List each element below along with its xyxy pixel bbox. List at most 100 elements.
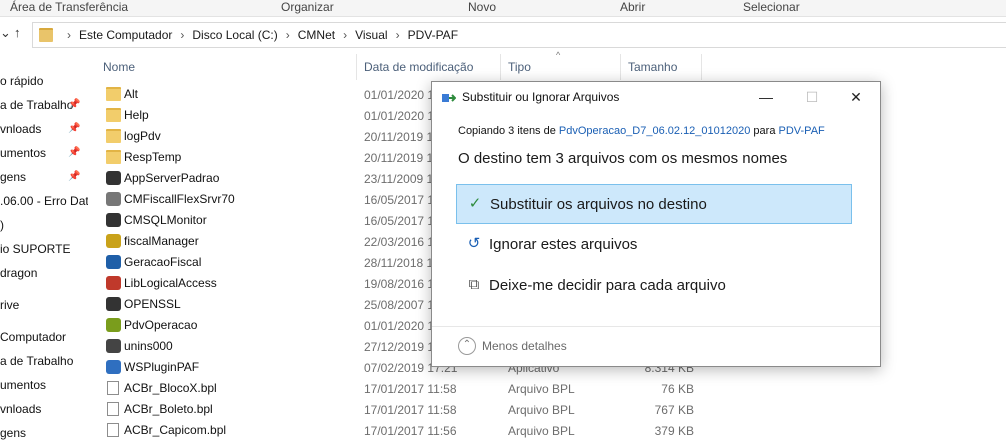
nav-pane-item[interactable]: ) (0, 214, 88, 236)
nav-item-label: o rápido (0, 74, 44, 88)
close-button[interactable]: ✕ (842, 86, 870, 108)
option-label: Substituir os arquivos no destino (490, 196, 707, 213)
column-header-type[interactable]: Tipo (508, 56, 531, 78)
gear-app-icon (106, 213, 121, 227)
nav-pane-item[interactable]: gens (0, 422, 88, 444)
breadcrumb-this-pc[interactable]: Este Computador (79, 28, 172, 42)
file-name: OPENSSL (124, 297, 181, 311)
replace-files-option[interactable]: ✓ Substituir os arquivos no destino (456, 184, 852, 224)
nav-pane-item[interactable]: gens 📌 (0, 166, 88, 188)
file-name: CMFiscallFlexSrvr70 (124, 192, 235, 206)
navigation-pane: o rápido a de Trabalho 📌 vnloads 📌 umentos 📌 ge… (0, 56, 90, 442)
nav-pane-item[interactable]: umentos (0, 374, 88, 396)
folder-icon (39, 28, 53, 42)
file-icon (107, 402, 119, 416)
sort-ascending-icon: ^ (556, 50, 561, 60)
file-type: Arquivo BPL (508, 403, 575, 417)
pdv-app-icon (106, 318, 121, 332)
copy-files-icon (442, 92, 457, 102)
nav-pane-item[interactable]: a de Trabalho (0, 350, 88, 372)
chevron-right-icon[interactable]: › (396, 28, 400, 42)
file-size: 76 KB (661, 382, 694, 396)
dialog-heading: O destino tem 3 arquivos com os mesmos n… (458, 150, 788, 167)
file-name: fiscalManager (124, 234, 199, 248)
pin-icon: 📌 (68, 123, 81, 134)
file-name: LibLogicalAccess (124, 276, 217, 290)
nav-pane-item[interactable]: dragon (0, 262, 88, 284)
file-row[interactable]: ACBr_Boleto.bpl 17/01/2017 11:58 Arquivo B… (96, 399, 716, 420)
nav-item-label: dragon (0, 266, 38, 280)
chevron-right-icon[interactable]: › (286, 28, 290, 42)
column-header-name[interactable]: Nome (103, 56, 135, 78)
column-divider[interactable] (500, 54, 501, 80)
chevron-right-icon[interactable]: › (343, 28, 347, 42)
nav-item-label: gens (0, 426, 27, 440)
nav-pane-item[interactable]: o rápido (0, 70, 88, 92)
nav-pane-item[interactable]: vnloads 📌 (0, 118, 88, 140)
folder-icon (106, 108, 121, 122)
address-field[interactable]: › Este Computador › Disco Local (C:) › C… (32, 22, 1006, 48)
chevron-right-icon[interactable]: › (67, 28, 71, 42)
nav-pane-item[interactable]: .06.00 - Erro Dat (0, 190, 88, 212)
file-row[interactable]: ACBr_BlocoX.bpl 17/01/2017 11:58 Arquivo B… (96, 378, 716, 399)
file-date: 17/01/2017 11:56 (364, 424, 457, 438)
skip-files-option[interactable]: ↺ Ignorar estes arquivos (456, 225, 852, 265)
chevron-right-icon[interactable]: › (180, 28, 184, 42)
nav-pane-item[interactable]: vnloads (0, 398, 88, 420)
file-name: AppServerPadrao (124, 171, 220, 185)
folder-icon (106, 150, 121, 164)
column-divider[interactable] (701, 54, 702, 80)
file-date: 17/01/2017 11:58 (364, 382, 457, 396)
nav-pane-item[interactable]: rive (0, 294, 88, 316)
ribbon-select-label: Selecionar (743, 0, 800, 14)
file-type: Arquivo BPL (508, 382, 575, 396)
ribbon-new-label: Novo (468, 0, 497, 14)
copying-status: Copiando 3 itens de PdvOperacao_D7_06.02… (458, 125, 825, 137)
nav-item-label: a de Trabalho (0, 98, 74, 112)
copying-middle: para (750, 125, 779, 137)
breadcrumb-cmnet[interactable]: CMNet (298, 28, 335, 42)
recent-locations-icon[interactable]: ⌄ (0, 25, 11, 41)
column-divider[interactable] (620, 54, 621, 80)
ribbon-group-labels: Área de Transferência Organizar Novo Abr… (0, 0, 1006, 17)
breadcrumb-visual[interactable]: Visual (355, 28, 387, 42)
nav-item-label: rive (0, 298, 20, 312)
file-name: WSPluginPAF (124, 360, 200, 374)
less-details-toggle[interactable]: Menos detalhes (482, 339, 567, 353)
column-divider[interactable] (356, 54, 357, 80)
uninstall-icon (106, 339, 121, 353)
nav-pane-item[interactable]: a de Trabalho 📌 (0, 94, 88, 116)
chevron-up-icon[interactable]: ⌃ (458, 337, 476, 355)
nav-item-label: Computador (0, 330, 67, 344)
nav-item-label: ) (0, 218, 4, 232)
nav-pane-item[interactable]: io SUPORTE (0, 238, 88, 260)
breadcrumb-pdv-paf[interactable]: PDV-PAF (408, 28, 458, 42)
file-name: PdvOperacao (124, 318, 198, 332)
file-date: 17/01/2017 11:58 (364, 403, 457, 417)
minimize-button[interactable]: — (752, 86, 780, 108)
ribbon-organize-label: Organizar (281, 0, 334, 14)
decide-each-file-option[interactable]: ⧉ Deixe-me decidir para cada arquivo (456, 266, 852, 306)
breadcrumb-local-disk[interactable]: Disco Local (C:) (192, 28, 277, 42)
file-type: Arquivo BPL (508, 424, 575, 438)
nav-pane-item[interactable]: Computador (0, 326, 88, 348)
gear-app-icon (106, 297, 121, 311)
file-name: Alt (124, 87, 139, 101)
maximize-button[interactable]: ☐ (798, 86, 826, 108)
option-label: Ignorar estes arquivos (489, 236, 638, 253)
destination-folder-link[interactable]: PDV-PAF (779, 125, 825, 137)
plugin-icon (106, 360, 121, 374)
file-name: unins000 (124, 339, 173, 353)
nav-pane-item[interactable]: umentos 📌 (0, 142, 88, 164)
bank-app-icon (106, 255, 121, 269)
ribbon-clipboard-label: Área de Transferência (10, 0, 129, 14)
file-row[interactable]: ACBr_Capicom.bpl 17/01/2017 11:56 Arquivo … (96, 420, 716, 441)
source-folder-link[interactable]: PdvOperacao_D7_06.02.12_01012020 (559, 125, 750, 137)
up-arrow-icon[interactable]: ↑ (14, 25, 21, 40)
skip-arrow-icon: ↺ (467, 235, 481, 252)
column-header-size[interactable]: Tamanho (628, 56, 677, 78)
option-label: Deixe-me decidir para cada arquivo (489, 277, 726, 294)
file-icon (107, 381, 119, 395)
column-header-date[interactable]: Data de modificação (364, 56, 473, 78)
signal-app-icon (106, 234, 121, 248)
